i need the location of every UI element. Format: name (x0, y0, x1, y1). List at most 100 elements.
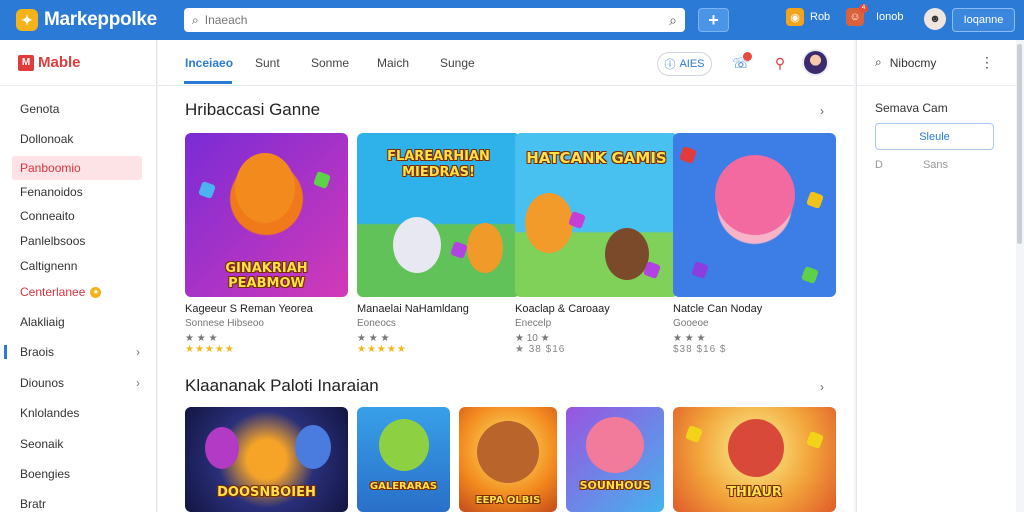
coin-icon: ◉ (786, 8, 804, 26)
sidebar-item[interactable]: Genota (0, 97, 156, 121)
game-thumbnail: GALERARAS (357, 407, 450, 512)
gem-icon (801, 266, 819, 284)
user-menu-button[interactable]: Ioqanne (952, 8, 1015, 32)
sidebar-header: M Mable (0, 40, 156, 86)
rating-stars: ★★★★★ (357, 344, 407, 355)
game-title: Koaclap & Caroaay (515, 303, 610, 315)
game-card[interactable]: HATCANK GAMIS Koaclap & Caroaay Enecelp … (515, 133, 678, 355)
user-avatar[interactable]: ☻ (924, 8, 952, 30)
sidebar-item-active[interactable]: Panboomio (12, 156, 142, 180)
game-card[interactable]: GALERARAS (357, 407, 450, 512)
sidebar-item[interactable]: Dollonoak (0, 127, 156, 151)
mobile-icon: M (18, 54, 34, 71)
profile-button[interactable]: ☺ 4 Ionob (846, 4, 904, 26)
tab[interactable]: Sunt (255, 56, 280, 70)
chevron-right-icon[interactable]: › (820, 380, 824, 394)
search-icon[interactable]: ⌕ (875, 55, 882, 70)
sidebar-item-label: Caltignenn (20, 259, 78, 273)
tab-active[interactable]: Inceiaeo (185, 56, 233, 70)
sidebar-item[interactable]: Panlelbsoos (0, 229, 156, 253)
sidebar-item-expandable[interactable]: Diounos › (0, 371, 156, 395)
sidebar-item[interactable]: Fenanoidos (0, 180, 156, 204)
right-panel-sub: D Sans (875, 159, 948, 171)
filter-pill-button[interactable]: ⓘ AIES (657, 52, 712, 76)
character-art (379, 419, 429, 471)
game-card[interactable]: GINAKRIAH PEABMOW Kageeur S Reman Yeorea… (185, 133, 348, 355)
app-logo[interactable]: ✦ Markeppolke (16, 9, 176, 31)
profile-label: Ionob (876, 11, 904, 23)
search-bar[interactable]: ⌕ ⌕ (184, 8, 685, 32)
game-card[interactable]: FLAREARHIAN MIEDRAS! Manaelai NaHamldang… (357, 133, 520, 355)
game-card[interactable]: EEPA OLBIS (459, 407, 557, 512)
game-thumbnail: EEPA OLBIS (459, 407, 557, 512)
game-card[interactable]: Natcle Can Noday Gooeoe ★ ★ ★ $38 $16 $ (673, 133, 836, 355)
notification-badge: 4 (859, 4, 868, 13)
gem-icon (679, 146, 697, 164)
tab[interactable]: Sonme (311, 56, 349, 70)
notification-icon[interactable]: ☏ (730, 52, 752, 74)
top-bar: ✦ Markeppolke ⌕ ⌕ + ◉ Rob ☺4 Ionob ☻ Ioq… (0, 0, 1024, 40)
create-button[interactable]: + (698, 8, 729, 32)
chevron-right-icon[interactable]: › (820, 104, 824, 118)
gem-icon (806, 191, 824, 209)
search-input[interactable] (204, 13, 670, 27)
sidebar-title: Mable (38, 54, 81, 71)
sidebar-item[interactable]: Alakliaig (0, 310, 156, 334)
game-logo-text: GALERARAS (369, 481, 438, 492)
sidebar-item[interactable]: Caltignenn (0, 254, 156, 278)
game-meta: ★ ★ ★ (185, 333, 218, 344)
sidebar-item[interactable]: Conneaito (0, 204, 156, 228)
sidebar-item-label: Alakliaig (20, 315, 65, 329)
character-art (586, 417, 644, 473)
game-thumbnail: THIAUR (673, 407, 836, 512)
sidebar-item[interactable]: Seonaik (0, 432, 156, 456)
scrollbar[interactable] (1017, 44, 1022, 244)
rating-stars: $38 $16 $ (673, 344, 727, 355)
pill-label: AIES (679, 58, 705, 70)
game-thumbnail: GINAKRIAH PEABMOW (185, 133, 348, 297)
game-logo-text: FLAREARHIAN MIEDRAS! (387, 149, 490, 180)
active-tab-indicator (184, 81, 232, 84)
location-pin-icon[interactable]: ⚲ (769, 52, 791, 74)
sidebar-item[interactable]: Knlolandes (0, 401, 156, 425)
selected-indicator (4, 345, 7, 359)
right-panel-label: Semava Cam (875, 101, 948, 115)
user-avatar[interactable] (802, 49, 829, 76)
coins-button[interactable]: ◉ Rob (786, 8, 830, 26)
character-art (295, 425, 331, 469)
right-panel: ⌕ Nibocmy ⋮ Semava Cam Sleule D Sans (856, 40, 1016, 512)
right-panel-sub-label[interactable]: Sans (923, 159, 948, 171)
right-panel-button[interactable]: Sleule (875, 123, 994, 150)
game-thumbnail: DOOSNBOIEH (185, 407, 348, 512)
app-name: Markeppolke (44, 9, 157, 30)
game-card[interactable]: THIAUR (673, 407, 836, 512)
sidebar-item-label: Centerlanee (20, 285, 86, 299)
character-art (605, 228, 649, 280)
tab[interactable]: Sunge (440, 56, 475, 70)
game-card[interactable]: DOOSNBOIEH (185, 407, 348, 512)
sidebar-item-label: Genota (20, 102, 60, 116)
character-art (477, 421, 539, 483)
game-title: Kageeur S Reman Yeorea (185, 303, 313, 315)
sidebar-item[interactable]: Bratr (0, 492, 156, 512)
avatar-icon: ☻ (924, 8, 946, 30)
profile-icon: ☺ 4 (846, 4, 868, 26)
sidebar-item-label: Braois (20, 345, 55, 359)
gem-icon (691, 261, 709, 279)
search-submit-icon[interactable]: ⌕ (669, 12, 677, 29)
rating-stars: ★ 38 $16 (515, 344, 566, 355)
game-subtitle: Gooeoe (673, 318, 709, 329)
sidebar-item-expandable[interactable]: Braois › (0, 340, 156, 364)
sidebar: M Mable Genota Dollonoak Panboomio Fenan… (0, 40, 157, 512)
sidebar-item-featured[interactable]: Centerlanee ★ (0, 280, 156, 304)
game-card[interactable]: SOUNHOUS (566, 407, 664, 512)
chevron-right-icon: › (136, 345, 140, 359)
sidebar-item-label: Panboomio (20, 161, 81, 175)
game-title: Manaelai NaHamldang (357, 303, 469, 315)
gem-icon (685, 425, 703, 443)
tab[interactable]: Maich (377, 56, 409, 70)
gem-icon (313, 171, 331, 189)
sidebar-item[interactable]: Boengies (0, 462, 156, 486)
more-options-icon[interactable]: ⋮ (980, 54, 994, 71)
game-thumbnail: FLAREARHIAN MIEDRAS! (357, 133, 520, 297)
